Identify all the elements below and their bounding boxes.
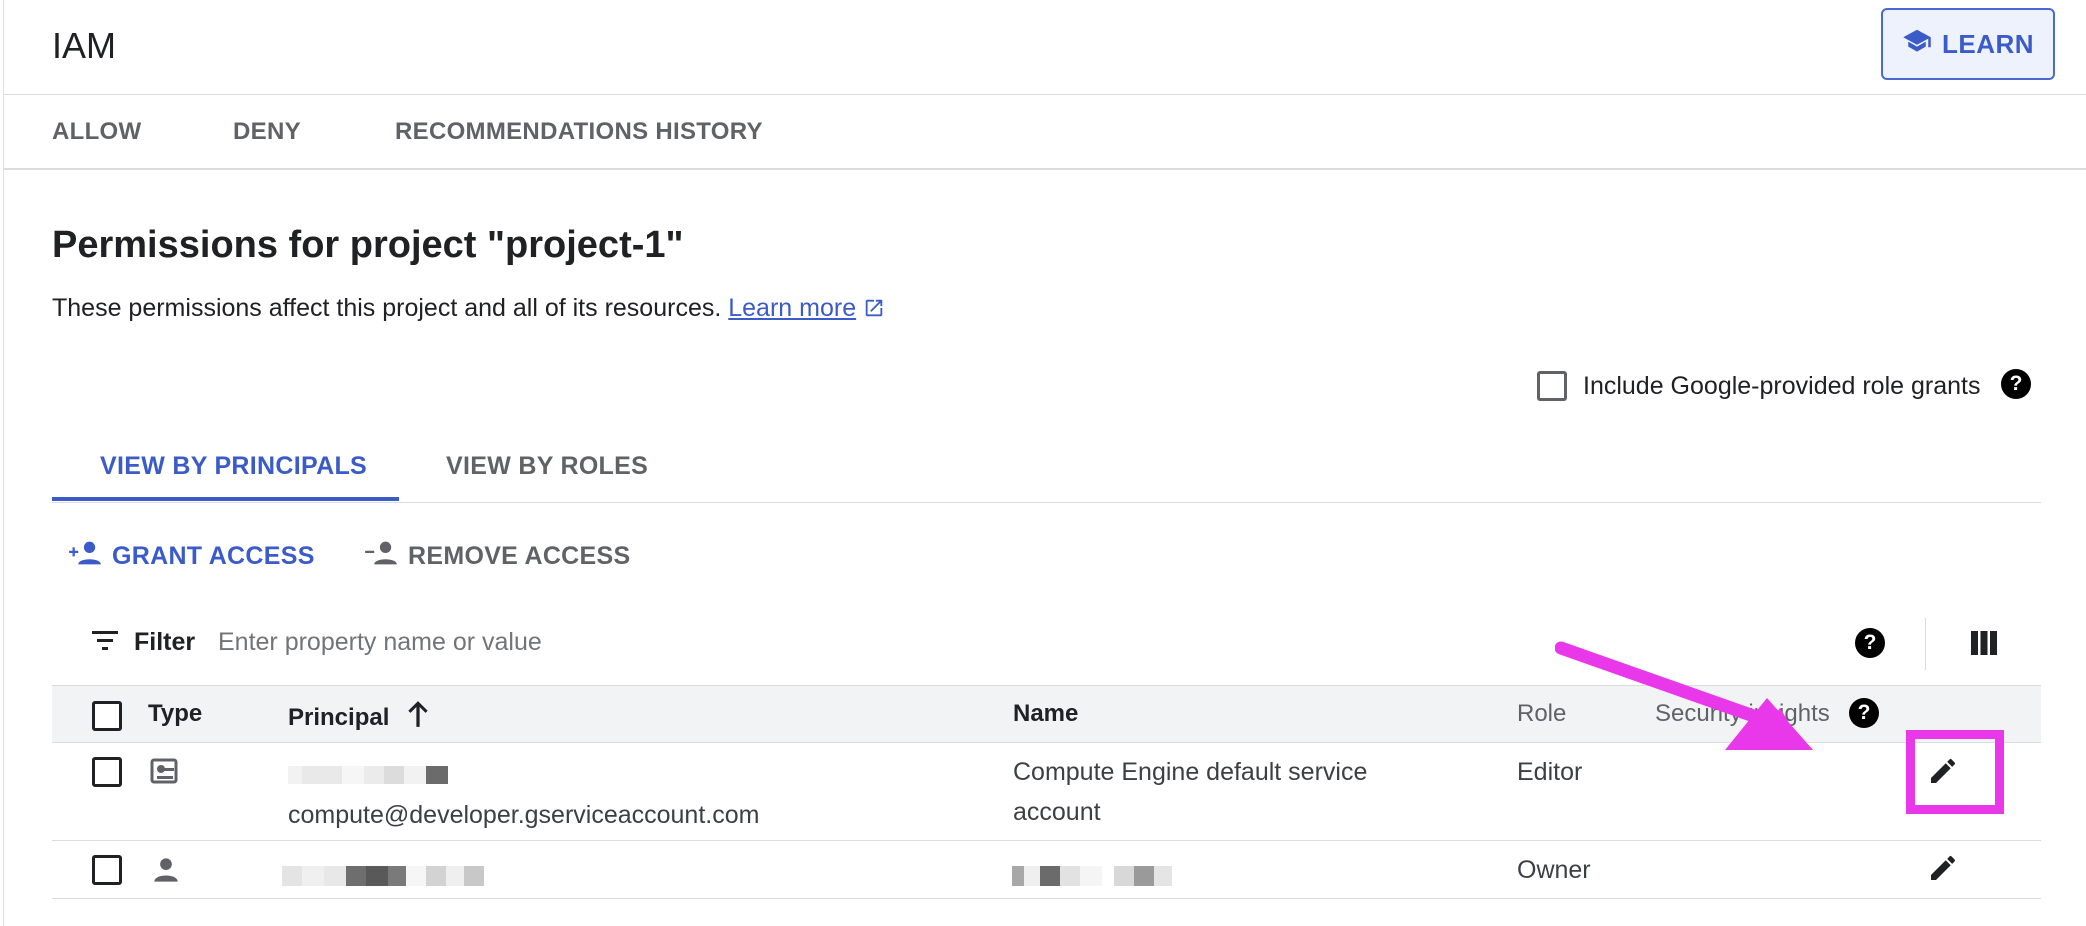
edit-principal-button[interactable] <box>1927 852 1959 889</box>
filter-list-icon <box>90 629 120 656</box>
select-all-checkbox[interactable] <box>92 701 122 731</box>
toolbar-separator <box>1925 618 1926 670</box>
tabs-divider <box>4 168 2086 170</box>
name-redacted <box>1012 866 1172 886</box>
header-principal-label: Principal <box>288 703 390 731</box>
header-divider <box>4 94 2086 95</box>
filter-help-icon[interactable]: ? <box>1855 628 1885 658</box>
principal-redacted <box>282 866 484 886</box>
page-description: These permissions affect this project an… <box>52 294 885 323</box>
filter-control[interactable]: Filter <box>90 628 195 657</box>
help-icon[interactable]: ? <box>2001 369 2031 399</box>
learn-button-label: LEARN <box>1941 28 2035 59</box>
learn-button[interactable]: LEARN <box>1881 8 2055 80</box>
person-remove-icon <box>364 540 398 573</box>
service-account-icon <box>150 758 182 791</box>
permissions-heading: Permissions for project "project-1" <box>52 224 684 266</box>
row-checkbox[interactable] <box>92 855 122 885</box>
header-type[interactable]: Type <box>148 700 202 728</box>
person-add-icon <box>68 540 102 573</box>
view-tabs-divider <box>52 502 2041 503</box>
tab-view-by-roles[interactable]: VIEW BY ROLES <box>446 452 648 481</box>
external-link-icon <box>863 294 885 322</box>
description-text: These permissions affect this project an… <box>52 294 722 322</box>
name-cell: Compute Engine default service account <box>1013 752 1367 832</box>
tab-recommendations-history[interactable]: RECOMMENDATIONS HISTORY <box>395 118 763 146</box>
grant-access-label: GRANT ACCESS <box>112 542 315 570</box>
page-title-iam: IAM <box>52 25 117 66</box>
principal-cell: compute@developer.gserviceaccount.com <box>288 755 759 835</box>
active-tab-indicator <box>52 497 399 501</box>
column-display-icon[interactable] <box>1970 630 1998 661</box>
include-google-grants-checkbox[interactable] <box>1537 371 1567 401</box>
person-icon <box>152 856 180 889</box>
left-border <box>3 0 4 926</box>
filter-label: Filter <box>134 628 196 656</box>
remove-access-button[interactable]: REMOVE ACCESS <box>364 540 630 573</box>
security-insights-help-icon[interactable]: ? <box>1849 698 1879 728</box>
include-google-grants-label: Include Google-provided role grants <box>1583 372 1981 400</box>
school-icon <box>1902 28 1932 61</box>
principal-email: compute@developer.gserviceaccount.com <box>288 801 760 829</box>
header-principal[interactable]: Principal <box>288 700 431 735</box>
learn-more-link[interactable]: Learn more <box>728 294 856 322</box>
tab-view-by-principals[interactable]: VIEW BY PRINCIPALS <box>100 452 367 481</box>
name-line-1: Compute Engine default service <box>1013 758 1368 786</box>
grant-access-button[interactable]: GRANT ACCESS <box>68 540 315 573</box>
remove-access-label: REMOVE ACCESS <box>408 542 631 570</box>
highlight-box <box>1906 730 2004 814</box>
tab-deny[interactable]: DENY <box>233 118 301 146</box>
filter-input[interactable] <box>218 628 1218 657</box>
row-checkbox[interactable] <box>92 757 122 787</box>
role-cell: Owner <box>1517 856 1591 884</box>
tab-allow[interactable]: ALLOW <box>52 118 141 146</box>
principal-redacted <box>288 755 759 795</box>
arrow-upward-icon <box>405 700 431 735</box>
annotation-arrow-icon <box>1555 641 1813 750</box>
name-line-2: account <box>1013 798 1101 826</box>
row-divider <box>52 898 2041 899</box>
row-divider <box>52 840 2041 841</box>
header-name[interactable]: Name <box>1013 700 1078 728</box>
